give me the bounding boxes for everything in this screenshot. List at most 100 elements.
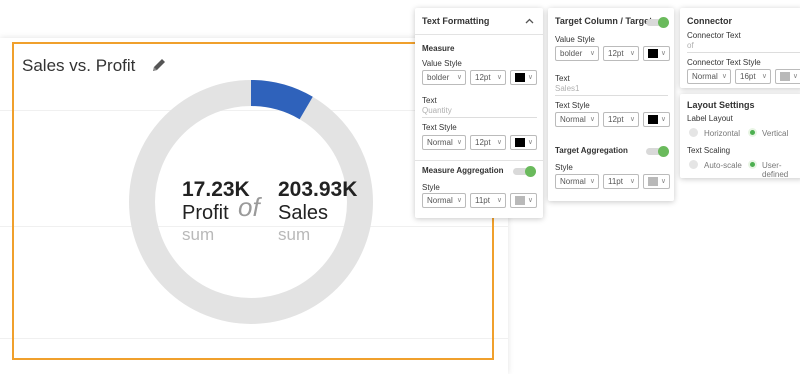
- value-weight-select[interactable]: bolder ∨: [422, 70, 466, 85]
- label-layout-label: Label Layout: [687, 114, 733, 123]
- radio-user-defined[interactable]: [748, 160, 757, 169]
- target-aggregation: sum: [278, 225, 311, 244]
- donut-progress-arc: [250, 80, 313, 120]
- chevron-down-icon: ∨: [496, 74, 502, 81]
- input-underline: [687, 52, 800, 53]
- connector-size-select[interactable]: 16pt ∨: [735, 69, 771, 84]
- text-size-select[interactable]: 12pt ∨: [603, 112, 639, 127]
- agg-size-select[interactable]: 11pt ∨: [603, 174, 639, 189]
- chevron-down-icon: ∨: [761, 73, 767, 80]
- panel-header: Text Formatting: [422, 16, 490, 26]
- chevron-down-icon: ∨: [456, 74, 462, 81]
- value-style-label: Value Style: [422, 59, 462, 68]
- toggle-knob: [658, 146, 669, 157]
- agg-weight-select[interactable]: Normal ∨: [422, 193, 466, 208]
- chevron-down-icon: ∨: [527, 197, 533, 204]
- text-style-label: Text Style: [422, 123, 457, 132]
- connector-text-label: Connector Text: [687, 31, 741, 40]
- chevron-down-icon: ∨: [589, 178, 595, 185]
- value-color-picker[interactable]: ∨: [643, 46, 670, 61]
- text-color-picker[interactable]: ∨: [510, 135, 537, 150]
- target-aggregation-toggle[interactable]: [646, 146, 669, 157]
- agg-color-picker[interactable]: ∨: [510, 193, 537, 208]
- chevron-down-icon: ∨: [527, 139, 533, 146]
- value-style-label: Value Style: [555, 35, 595, 44]
- input-underline: [555, 95, 668, 96]
- chart-title: Sales vs. Profit: [22, 56, 136, 75]
- chevron-down-icon: ∨: [496, 139, 502, 146]
- measure-aggregation-toggle[interactable]: [513, 166, 536, 177]
- divider: [415, 160, 543, 161]
- measure-aggregation: sum: [182, 225, 215, 244]
- chevron-down-icon: ∨: [496, 197, 502, 204]
- connector-weight-select[interactable]: Normal ∨: [687, 69, 731, 84]
- target-name: Sales: [278, 202, 329, 224]
- connector-color-picker[interactable]: ∨: [775, 69, 800, 84]
- color-swatch: [515, 196, 525, 205]
- panel-header: Target Column / Target: [555, 16, 653, 26]
- color-swatch: [515, 73, 525, 82]
- target-value: 203.93K: [278, 178, 358, 201]
- radio-auto-scale[interactable]: [689, 160, 698, 169]
- text-formatting-panel: Text Formatting Measure Value Style bold…: [415, 8, 543, 218]
- radio-user-defined-label: User-defined: [762, 161, 789, 179]
- agg-style-label: Style: [422, 183, 440, 192]
- divider: [415, 34, 543, 35]
- color-swatch: [648, 115, 658, 124]
- color-swatch: [515, 138, 525, 147]
- value-size-select[interactable]: 12pt ∨: [603, 46, 639, 61]
- chevron-down-icon: ∨: [660, 50, 666, 57]
- chevron-down-icon: ∨: [629, 50, 635, 57]
- section-title: Measure Aggregation: [422, 166, 504, 175]
- radio-vertical-label: Vertical: [762, 129, 789, 138]
- radio-auto-scale-label: Auto-scale: [704, 161, 742, 170]
- target-block: 203.93K Sales sum: [278, 178, 357, 245]
- text-weight-select[interactable]: Normal ∨: [422, 135, 466, 150]
- radio-horizontal-label: Horizontal: [704, 129, 741, 138]
- connector-text-input[interactable]: of: [687, 41, 694, 50]
- section-title: Target Aggregation: [555, 146, 628, 155]
- radio-vertical[interactable]: [748, 128, 757, 137]
- agg-weight-select[interactable]: Normal ∨: [555, 174, 599, 189]
- value-weight-select[interactable]: bolder ∨: [555, 46, 599, 61]
- toggle-knob: [525, 166, 536, 177]
- text-label: Text: [422, 96, 437, 105]
- panel-header: Connector: [687, 16, 732, 26]
- pencil-icon[interactable]: [150, 56, 168, 74]
- chevron-down-icon: ∨: [589, 116, 595, 123]
- text-style-label: Text Style: [555, 101, 590, 110]
- text-scaling-label: Text Scaling: [687, 146, 731, 155]
- color-swatch: [780, 72, 790, 81]
- text-input[interactable]: Sales1: [555, 84, 579, 93]
- text-color-picker[interactable]: ∨: [643, 112, 670, 127]
- text-input[interactable]: Quantity: [422, 106, 452, 115]
- connector-text: of: [238, 192, 260, 222]
- chevron-down-icon: ∨: [660, 116, 666, 123]
- agg-color-picker[interactable]: ∨: [643, 174, 670, 189]
- chevron-down-icon: ∨: [456, 139, 462, 146]
- chevron-down-icon: ∨: [456, 197, 462, 204]
- value-size-select[interactable]: 12pt ∨: [470, 70, 506, 85]
- section-title: Measure: [422, 44, 455, 53]
- chevron-down-icon: ∨: [629, 116, 635, 123]
- chevron-down-icon: ∨: [527, 74, 533, 81]
- value-color-picker[interactable]: ∨: [510, 70, 537, 85]
- connector-panel: Connector Connector Text of Connector Te…: [680, 8, 800, 88]
- target-panel: Target Column / Target Value Style bolde…: [548, 8, 674, 201]
- text-size-select[interactable]: 12pt ∨: [470, 135, 506, 150]
- radio-horizontal[interactable]: [689, 128, 698, 137]
- layout-settings-panel: Layout Settings Label Layout Horizontal …: [680, 94, 800, 179]
- text-weight-select[interactable]: Normal ∨: [555, 112, 599, 127]
- panel-header: Layout Settings: [687, 100, 755, 110]
- color-swatch: [648, 177, 658, 186]
- toggle-knob: [658, 17, 669, 28]
- agg-size-select[interactable]: 11pt ∨: [470, 193, 506, 208]
- target-toggle[interactable]: [646, 17, 669, 28]
- connector-style-label: Connector Text Style: [687, 58, 761, 67]
- agg-style-label: Style: [555, 163, 573, 172]
- chevron-down-icon: ∨: [660, 178, 666, 185]
- chevron-down-icon: ∨: [629, 178, 635, 185]
- chevron-up-icon[interactable]: [525, 18, 534, 24]
- input-underline: [422, 117, 537, 118]
- text-label: Text: [555, 74, 570, 83]
